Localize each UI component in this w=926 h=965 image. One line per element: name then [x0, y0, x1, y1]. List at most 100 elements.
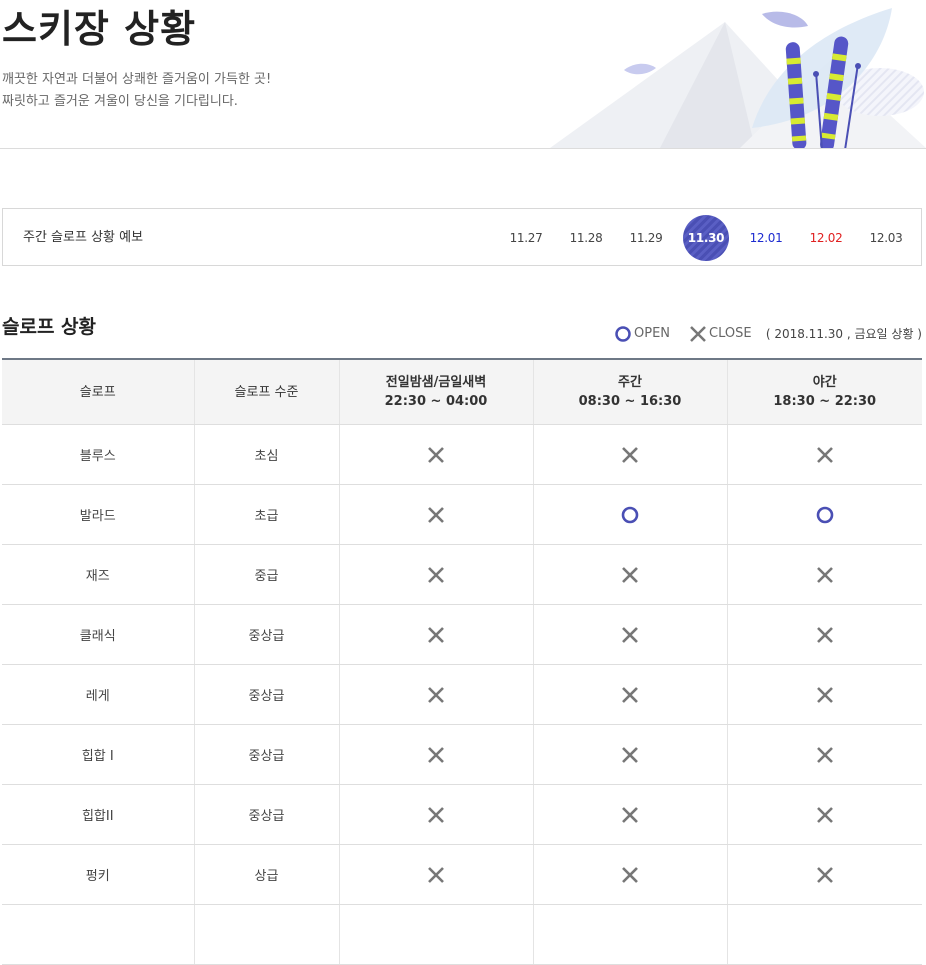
- night-status: [726, 724, 922, 785]
- slope-level: 중상급: [193, 784, 339, 845]
- slope-level: 중상급: [193, 604, 339, 665]
- column-header-level: 슬로프 수준: [193, 358, 339, 425]
- day-status: [532, 904, 727, 965]
- day-status: [532, 424, 727, 485]
- close-x-icon: [428, 806, 444, 823]
- forecast-date-1202[interactable]: 12.02: [803, 215, 849, 261]
- close-x-icon: [622, 566, 638, 583]
- night-status: [726, 544, 922, 605]
- overnight-status: [338, 784, 533, 845]
- night-time: 18:30 ~ 22:30: [773, 394, 877, 409]
- close-x-icon: [816, 866, 833, 883]
- overnight-time: 22:30 ~ 04:00: [384, 394, 488, 409]
- close-x-icon: [816, 626, 833, 643]
- overnight-status: [338, 724, 533, 785]
- legend-close-label: CLOSE: [709, 326, 752, 341]
- close-x-icon: [622, 626, 638, 643]
- column-header-overnight: 전일밤샘/금일새벽 22:30 ~ 04:00: [338, 358, 533, 425]
- night-status: [726, 844, 922, 905]
- page-header: 스키장 상황 깨끗한 자연과 더불어 상쾌한 즐거움이 가득한 곳! 짜릿하고 …: [0, 0, 926, 149]
- slope-name: 블루스: [2, 424, 194, 485]
- overnight-status: [338, 544, 533, 605]
- close-x-icon: [816, 446, 833, 463]
- close-x-icon: [622, 446, 638, 463]
- night-status: [726, 484, 922, 545]
- open-circle-icon: [615, 326, 631, 342]
- table-row: 힙합 I 중상급: [2, 724, 922, 785]
- day-status: [532, 544, 727, 605]
- forecast-date-1203[interactable]: 12.03: [863, 215, 909, 261]
- open-circle-icon: [816, 506, 834, 523]
- weekly-forecast-label: 주간 슬로프 상황 예보: [23, 230, 144, 245]
- slope-level: 중상급: [193, 724, 339, 785]
- overnight-title: 전일밤샘/금일새벽: [385, 375, 487, 390]
- legend-open: OPEN: [614, 324, 670, 344]
- forecast-date-1128[interactable]: 11.28: [563, 215, 609, 261]
- subtitle-line-2: 짜릿하고 즐거운 겨울이 당신을 기다립니다.: [2, 94, 238, 109]
- close-x-icon: [428, 506, 444, 523]
- overnight-status: [338, 484, 533, 545]
- night-status: [726, 604, 922, 665]
- close-x-icon: [428, 866, 444, 883]
- column-header-slope: 슬로프: [2, 358, 194, 425]
- table-row: [2, 904, 922, 965]
- overnight-status: [338, 664, 533, 725]
- day-status: [532, 664, 727, 725]
- day-time: 08:30 ~ 16:30: [578, 394, 682, 409]
- forecast-date-1130-selected[interactable]: 11.30: [683, 215, 729, 261]
- table-row: 클래식 중상급: [2, 604, 922, 665]
- slope-name: 힙합II: [2, 784, 194, 845]
- overnight-status: [338, 604, 533, 665]
- slope-level: 초급: [193, 484, 339, 545]
- forecast-date-1129[interactable]: 11.29: [623, 215, 669, 261]
- night-status: [726, 784, 922, 845]
- night-title: 야간: [812, 375, 837, 390]
- night-status: [726, 904, 922, 965]
- column-header-day: 주간 08:30 ~ 16:30: [532, 358, 727, 425]
- table-row: 발라드 초급: [2, 484, 922, 545]
- slope-status-table: 슬로프 슬로프 수준 전일밤샘/금일새벽 22:30 ~ 04:00 주간 08:3…: [2, 358, 922, 965]
- slope-name: 재즈: [2, 544, 194, 605]
- table-header-row: 슬로프 슬로프 수준 전일밤샘/금일새벽 22:30 ~ 04:00 주간 08:3…: [2, 358, 922, 425]
- subtitle-line-1: 깨끗한 자연과 더불어 상쾌한 즐거움이 가득한 곳!: [2, 72, 272, 87]
- overnight-status: [338, 424, 533, 485]
- status-date: ( 2018.11.30 , 금요일 상황 ): [765, 327, 922, 341]
- overnight-status: [338, 904, 533, 965]
- close-x-icon: [622, 686, 638, 703]
- table-row: 힙합II 중상급: [2, 784, 922, 845]
- slope-level: 중급: [193, 544, 339, 605]
- forecast-date-1127[interactable]: 11.27: [503, 215, 549, 261]
- page-title: 스키장 상황: [2, 7, 197, 51]
- close-x-icon: [428, 626, 444, 643]
- table-row: 레게 중상급: [2, 664, 922, 725]
- night-status: [726, 424, 922, 485]
- close-x-icon: [816, 686, 833, 703]
- close-x-icon: [816, 806, 833, 823]
- legend-close: CLOSE: [689, 324, 752, 344]
- day-status: [532, 784, 727, 845]
- open-circle-icon: [621, 506, 639, 523]
- slope-level: 초심: [193, 424, 339, 485]
- close-x-icon: [622, 866, 638, 883]
- close-x-icon: [622, 806, 638, 823]
- ski-illustration: [550, 8, 926, 148]
- close-x-icon: [428, 446, 444, 463]
- day-status: [532, 724, 727, 785]
- day-status: [532, 844, 727, 905]
- overnight-status: [338, 844, 533, 905]
- legend-open-label: OPEN: [634, 326, 671, 341]
- close-x-icon: [428, 566, 444, 583]
- slope-name: 레게: [2, 664, 194, 725]
- close-x-icon: [816, 746, 833, 763]
- slope-name: 힙합 I: [2, 724, 194, 785]
- day-status: [532, 484, 727, 545]
- table-row: 펑키 상급: [2, 844, 922, 905]
- day-status: [532, 604, 727, 665]
- column-header-night: 야간 18:30 ~ 22:30: [726, 358, 922, 425]
- slope-status-title: 슬로프 상황: [2, 316, 97, 338]
- slope-name: 클래식: [2, 604, 194, 665]
- forecast-date-1201[interactable]: 12.01: [743, 215, 789, 261]
- day-title: 주간: [618, 375, 642, 390]
- slope-name: 발라드: [2, 484, 194, 545]
- slope-level: 중상급: [193, 664, 339, 725]
